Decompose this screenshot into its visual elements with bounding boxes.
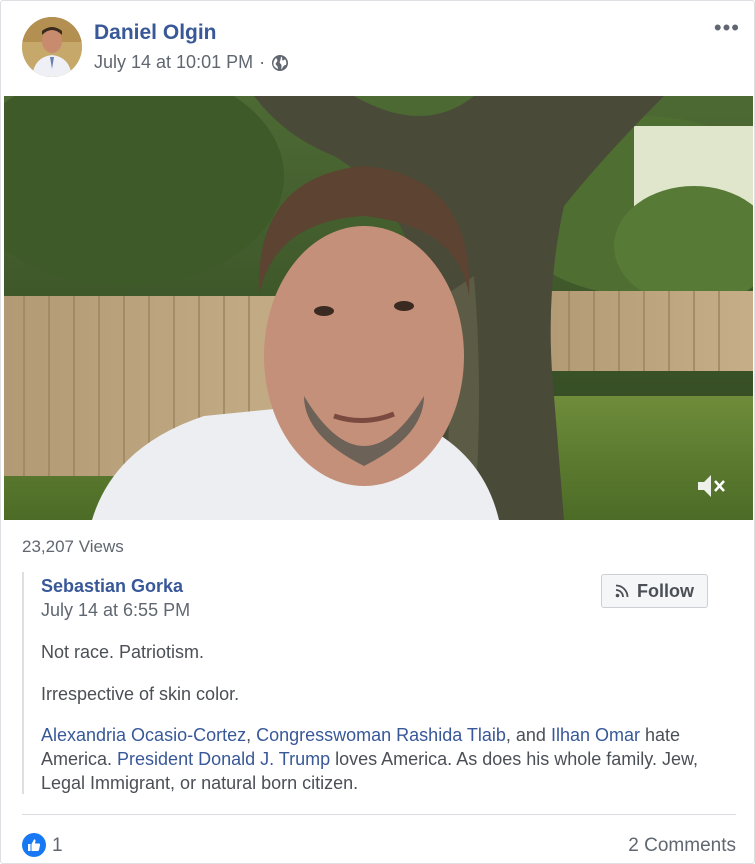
mention-aoc-link[interactable]: Alexandria Ocasio-Cortez xyxy=(41,725,246,745)
comments-count-link[interactable]: 2 Comments xyxy=(628,835,736,857)
shared-paragraph-3: Alexandria Ocasio-Cortez, Congresswoman … xyxy=(41,723,741,795)
like-count[interactable]: 1 xyxy=(52,835,63,857)
post-timestamp[interactable]: July 14 at 10:01 PM xyxy=(94,52,253,73)
mention-omar-link[interactable]: Ilhan Omar xyxy=(551,725,640,745)
text-separator: , xyxy=(246,725,257,745)
view-count: 23,207 Views xyxy=(22,537,124,556)
shared-timestamp[interactable]: July 14 at 6:55 PM xyxy=(41,600,190,621)
post-card: Daniel Olgin July 14 at 10:01 PM · ••• 2… xyxy=(0,0,755,864)
shared-paragraph-2: Irrespective of skin color. xyxy=(41,684,240,704)
footer-divider xyxy=(22,814,736,815)
author-name[interactable]: Daniel Olgin xyxy=(94,21,217,45)
video-frame xyxy=(4,96,753,520)
follow-label: Follow xyxy=(637,580,694,601)
mention-trump-link[interactable]: President Donald J. Trump xyxy=(117,749,330,769)
text-separator: , and xyxy=(505,725,551,745)
rss-icon xyxy=(615,584,629,598)
mute-icon[interactable] xyxy=(695,470,727,502)
post-meta: July 14 at 10:01 PM · xyxy=(94,52,289,73)
author-avatar[interactable] xyxy=(22,17,82,77)
globe-icon[interactable] xyxy=(271,54,289,72)
meta-separator: · xyxy=(259,52,266,72)
more-options-button[interactable]: ••• xyxy=(714,15,740,41)
shared-author-name[interactable]: Sebastian Gorka xyxy=(41,576,183,597)
follow-button[interactable]: Follow xyxy=(601,574,708,608)
like-reaction-icon[interactable] xyxy=(22,833,46,857)
shared-post: Sebastian Gorka July 14 at 6:55 PM Follo… xyxy=(22,572,738,794)
mention-tlaib-link[interactable]: Congresswoman Rashida Tlaib xyxy=(256,725,506,745)
video-player[interactable] xyxy=(4,96,753,520)
shared-paragraph-1: Not race. Patriotism. xyxy=(41,642,205,662)
